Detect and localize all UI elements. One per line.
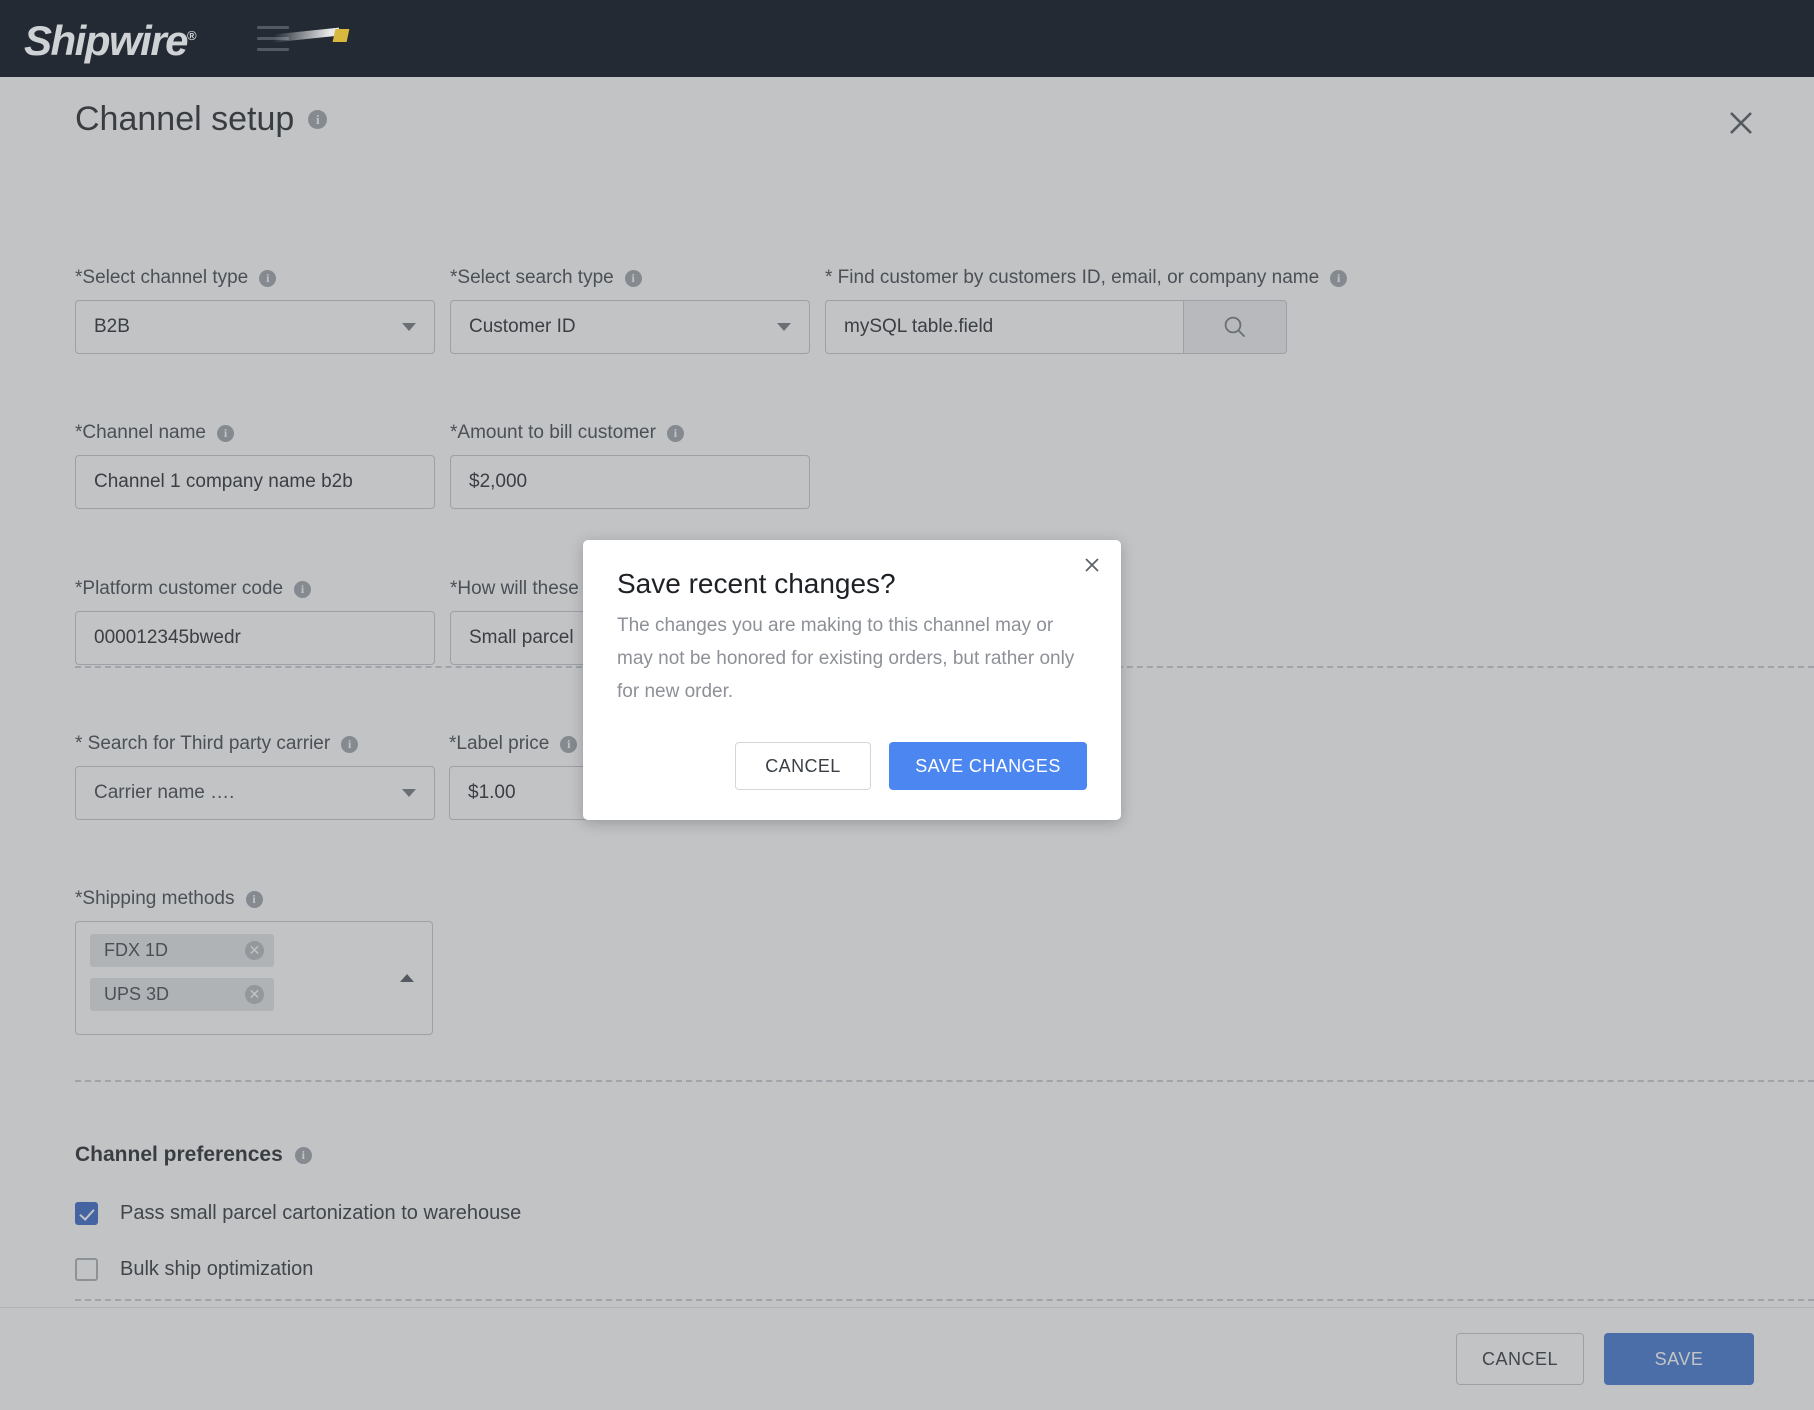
dialog-body-text: The changes you are making to this chann… xyxy=(617,615,1075,702)
amount-to-bill-value: $2,000 xyxy=(469,471,528,492)
info-icon[interactable]: i xyxy=(341,735,359,753)
save-button[interactable]: SAVE xyxy=(1604,1333,1754,1385)
field-search-type: *Select search type i Customer ID xyxy=(450,267,810,354)
shipwire-logo[interactable]: Shipwire® xyxy=(24,16,350,64)
field-label-text: * Find customer by customers ID, email, … xyxy=(825,267,1320,288)
brand-wordmark: Shipwire xyxy=(24,16,189,64)
field-label-text: *Select channel type xyxy=(75,267,249,288)
chip-label: FDX 1D xyxy=(104,940,169,960)
info-icon[interactable]: i xyxy=(259,269,277,287)
shipping-method-chip[interactable]: FDX 1D ✕ xyxy=(90,934,274,967)
chevron-down-icon xyxy=(402,789,416,797)
info-icon[interactable]: i xyxy=(216,424,234,442)
shipping-question-value: Small parcel xyxy=(469,627,574,648)
field-label-text: *Channel name xyxy=(75,422,206,443)
dialog-actions: CANCEL SAVE CHANGES xyxy=(617,742,1087,790)
field-label-text: *Shipping methods xyxy=(75,888,235,909)
info-icon[interactable]: i xyxy=(308,110,328,129)
field-label: *Channel name i xyxy=(75,422,435,444)
field-label: *Select search type i xyxy=(450,267,810,289)
search-type-value: Customer ID xyxy=(469,316,576,337)
page-title-text: Channel setup xyxy=(75,100,295,138)
close-icon[interactable] xyxy=(1079,552,1107,580)
field-label: *Amount to bill customer i xyxy=(450,422,810,444)
info-icon[interactable]: i xyxy=(245,890,263,908)
field-amount-to-bill: *Amount to bill customer i $2,000 xyxy=(450,422,810,509)
checkbox-bulk-ship-optimization[interactable] xyxy=(75,1258,98,1281)
top-navigation-bar: Shipwire® xyxy=(0,0,1814,77)
field-label: *Shipping methods i xyxy=(75,888,433,910)
brand-accent-square-icon xyxy=(332,28,350,42)
field-channel-type: *Select channel type i B2B xyxy=(75,267,435,354)
shipping-methods-multiselect[interactable]: FDX 1D ✕ UPS 3D ✕ xyxy=(75,921,433,1035)
channel-type-value: B2B xyxy=(94,316,130,337)
info-icon[interactable]: i xyxy=(666,424,684,442)
hamburger-line xyxy=(256,48,289,51)
section-divider xyxy=(75,1080,1814,1082)
info-icon[interactable]: i xyxy=(1330,269,1348,287)
field-label-text: *Select search type xyxy=(450,267,614,288)
preference-row-bulk-ship[interactable]: Bulk ship optimization xyxy=(75,1258,521,1281)
save-changes-dialog: Save recent changes? The changes you are… xyxy=(583,540,1121,820)
field-label: * Find customer by customers ID, email, … xyxy=(825,267,1348,289)
channel-name-input[interactable]: Channel 1 company name b2b xyxy=(75,455,435,509)
field-find-customer: * Find customer by customers ID, email, … xyxy=(825,267,1348,354)
field-label-text: *Platform customer code xyxy=(75,578,284,599)
page-footer-action-bar: CANCEL SAVE xyxy=(0,1307,1814,1410)
remove-chip-icon[interactable]: ✕ xyxy=(245,985,264,1004)
chevron-down-icon xyxy=(777,323,791,331)
channel-name-value: Channel 1 company name b2b xyxy=(94,471,353,492)
shipping-method-chip[interactable]: UPS 3D ✕ xyxy=(90,978,274,1011)
field-label-text: *Label price xyxy=(449,733,550,754)
field-shipping-methods: *Shipping methods i FDX 1D ✕ UPS 3D ✕ xyxy=(75,888,433,1035)
field-channel-name: *Channel name i Channel 1 company name b… xyxy=(75,422,435,509)
remove-chip-icon[interactable]: ✕ xyxy=(245,941,264,960)
page-title: Channel setup i xyxy=(75,100,328,139)
checkbox-pass-cartonization[interactable] xyxy=(75,1202,98,1225)
info-icon[interactable]: i xyxy=(624,269,642,287)
channel-type-select[interactable]: B2B xyxy=(75,300,435,354)
field-label: *Select channel type i xyxy=(75,267,435,289)
third-party-carrier-value: Carrier name …. xyxy=(94,782,235,803)
dialog-title: Save recent changes? xyxy=(617,568,896,599)
close-icon[interactable] xyxy=(1721,103,1761,143)
section-divider xyxy=(75,1299,1814,1301)
customer-search-input[interactable]: mySQL table.field xyxy=(825,300,1183,354)
channel-preferences-section: Channel preferences i Pass small parcel … xyxy=(75,1143,521,1281)
field-third-party-carrier: * Search for Third party carrier i Carri… xyxy=(75,733,435,820)
search-type-select[interactable]: Customer ID xyxy=(450,300,810,354)
customer-search-value: mySQL table.field xyxy=(844,316,994,337)
hamburger-line xyxy=(256,26,289,29)
dialog-save-changes-button[interactable]: SAVE CHANGES xyxy=(889,742,1087,790)
field-label: * Search for Third party carrier i xyxy=(75,733,435,755)
preference-label: Bulk ship optimization xyxy=(120,1258,314,1280)
info-icon[interactable]: i xyxy=(560,735,578,753)
cancel-button[interactable]: CANCEL xyxy=(1456,1333,1584,1385)
field-label: *Platform customer code i xyxy=(75,578,435,600)
info-icon[interactable]: i xyxy=(294,580,312,598)
field-platform-customer-code: *Platform customer code i 000012345bwedr xyxy=(75,578,435,665)
third-party-carrier-select[interactable]: Carrier name …. xyxy=(75,766,435,820)
amount-to-bill-input[interactable]: $2,000 xyxy=(450,455,810,509)
brand-registered-mark: ® xyxy=(187,27,197,43)
chip-label: UPS 3D xyxy=(104,984,170,1004)
info-icon[interactable]: i xyxy=(294,1146,312,1164)
field-label-text: * Search for Third party carrier xyxy=(75,733,331,754)
customer-search-combo: mySQL table.field xyxy=(825,300,1287,354)
channel-preferences-title-text: Channel preferences xyxy=(75,1143,283,1166)
label-price-value: $1.00 xyxy=(468,782,516,803)
channel-preferences-title: Channel preferences i xyxy=(75,1143,521,1167)
chevron-down-icon xyxy=(402,323,416,331)
field-label-text: *Amount to bill customer xyxy=(450,422,656,443)
dialog-cancel-button[interactable]: CANCEL xyxy=(735,742,871,790)
platform-customer-code-input[interactable]: 000012345bwedr xyxy=(75,611,435,665)
preference-label: Pass small parcel cartonization to wareh… xyxy=(120,1202,522,1224)
chevron-up-icon[interactable] xyxy=(400,974,414,982)
platform-customer-code-value: 000012345bwedr xyxy=(94,627,241,648)
search-icon[interactable] xyxy=(1183,300,1287,354)
preference-row-cartonization[interactable]: Pass small parcel cartonization to wareh… xyxy=(75,1202,521,1225)
